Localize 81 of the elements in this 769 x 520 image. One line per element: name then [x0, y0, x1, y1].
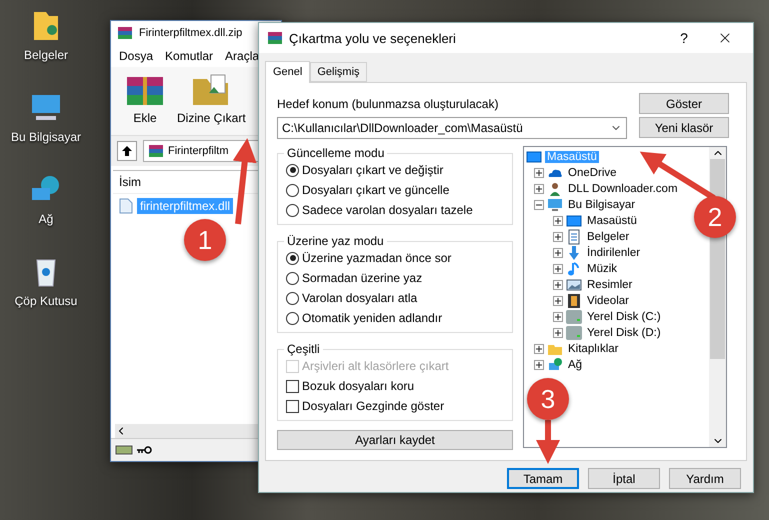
- desktop-icon-label[interactable]: Belgeler: [24, 48, 68, 62]
- expand-icon[interactable]: [553, 232, 563, 242]
- tab[interactable]: Genel: [265, 61, 310, 83]
- expand-icon[interactable]: [553, 264, 563, 274]
- key-icon: [136, 445, 152, 455]
- side-button[interactable]: Göster: [639, 93, 729, 114]
- help-button[interactable]: ?: [669, 30, 699, 46]
- drive-icon: [566, 309, 582, 325]
- tree-item[interactable]: Bu Bilgisayar: [566, 199, 638, 211]
- radio-option[interactable]: Üzerine yazmadan önce sor: [286, 250, 504, 266]
- dialog-button[interactable]: Tamam: [507, 468, 579, 489]
- desktop-icon: [566, 213, 582, 229]
- file-icon: [119, 198, 133, 214]
- radio-option[interactable]: Varolan dosyaları atla: [286, 290, 504, 306]
- path-combobox[interactable]: C:\Kullanıcılar\DllDownloader_com\Masaüstü: [277, 117, 627, 139]
- radio-option[interactable]: Sormadan üzerine yaz: [286, 270, 504, 286]
- expand-icon[interactable]: [553, 216, 563, 226]
- network-icon: [547, 357, 563, 373]
- expand-icon[interactable]: [534, 184, 544, 194]
- tree-item[interactable]: DLL Downloader.com: [566, 183, 680, 195]
- window-title: Firinterpfiltmex.dll.zip: [139, 27, 242, 39]
- menu-item[interactable]: Komutlar: [165, 49, 214, 63]
- toolbar-button[interactable]: Dizine Çıkart: [175, 73, 248, 131]
- expand-icon[interactable]: [553, 296, 563, 306]
- documents-icon: [566, 229, 582, 245]
- group-title: Çeşitli: [286, 342, 321, 356]
- radio-option[interactable]: Sadece varolan dosyaları tazele: [286, 202, 504, 218]
- up-folder-button[interactable]: [117, 141, 137, 161]
- dialog-button[interactable]: Yardım: [669, 468, 741, 489]
- checkbox-option[interactable]: Bozuk dosyaları koru: [286, 378, 504, 394]
- collapse-icon[interactable]: [534, 200, 544, 210]
- tree-item[interactable]: Videolar: [585, 295, 631, 307]
- desktop-icon-label[interactable]: Ağ: [38, 212, 54, 226]
- group-title: Güncelleme modu: [286, 146, 386, 160]
- tree-item[interactable]: Masaüstü: [585, 215, 639, 227]
- tree-item[interactable]: Yerel Disk (D:): [585, 327, 663, 339]
- drive-icon: [115, 444, 133, 456]
- annotation-arrow: [536, 420, 560, 464]
- dialog-title: Çıkartma yolu ve seçenekleri: [289, 30, 456, 46]
- drive-icon: [566, 325, 582, 341]
- tree-item[interactable]: Yerel Disk (C:): [585, 311, 663, 323]
- tree-item[interactable]: Kitaplıklar: [566, 343, 620, 355]
- radio-option[interactable]: Dosyaları çıkart ve güncelle: [286, 182, 504, 198]
- tab[interactable]: Gelişmiş: [310, 62, 367, 82]
- videos-icon: [566, 293, 582, 309]
- checkbox-option[interactable]: Dosyaları Gezginde göster: [286, 398, 504, 414]
- expand-icon[interactable]: [553, 328, 563, 338]
- side-button[interactable]: Yeni klasör: [639, 117, 729, 138]
- expand-icon[interactable]: [553, 280, 563, 290]
- downloads-icon: [566, 245, 582, 261]
- radio-option[interactable]: Otomatik yeniden adlandır: [286, 310, 504, 326]
- desktop-icon-label[interactable]: Bu Bilgisayar: [10, 130, 82, 144]
- expand-icon[interactable]: [553, 248, 563, 258]
- save-settings-button[interactable]: Ayarları kaydet: [277, 430, 513, 450]
- archive-icon: [117, 25, 133, 41]
- field-label: Hedef konum (bulunmazsa oluşturulacak): [277, 97, 500, 111]
- desktop-icon: [526, 149, 542, 165]
- dialog-button[interactable]: İptal: [588, 468, 660, 489]
- tree-item[interactable]: Resimler: [585, 279, 634, 291]
- menu-item[interactable]: Dosya: [119, 49, 154, 63]
- tree-item[interactable]: OneDrive: [566, 167, 619, 179]
- expand-icon[interactable]: [534, 344, 544, 354]
- group-title: Üzerine yaz modu: [286, 234, 385, 248]
- expand-icon[interactable]: [534, 360, 544, 370]
- toolbar-button[interactable]: Ekle: [121, 73, 169, 131]
- expand-icon[interactable]: [553, 312, 563, 322]
- tree-item[interactable]: Müzik: [585, 263, 620, 275]
- menu-item[interactable]: Araçla: [225, 49, 260, 63]
- computer-icon: [547, 197, 563, 213]
- radio-option[interactable]: Dosyaları çıkart ve değiştir: [286, 162, 504, 178]
- expand-icon[interactable]: [534, 168, 544, 178]
- up-arrow-icon: [121, 145, 133, 157]
- tree-item[interactable]: Ağ: [566, 359, 584, 371]
- tree-item[interactable]: Belgeler: [585, 231, 632, 243]
- user-icon: [547, 181, 563, 197]
- archive-icon: [148, 143, 164, 159]
- music-icon: [566, 261, 582, 277]
- desktop-icon-label[interactable]: Çöp Kutusu: [14, 294, 78, 308]
- pictures-icon: [566, 277, 582, 293]
- archive-icon: [267, 30, 283, 46]
- tree-item[interactable]: İndirilenler: [585, 247, 642, 259]
